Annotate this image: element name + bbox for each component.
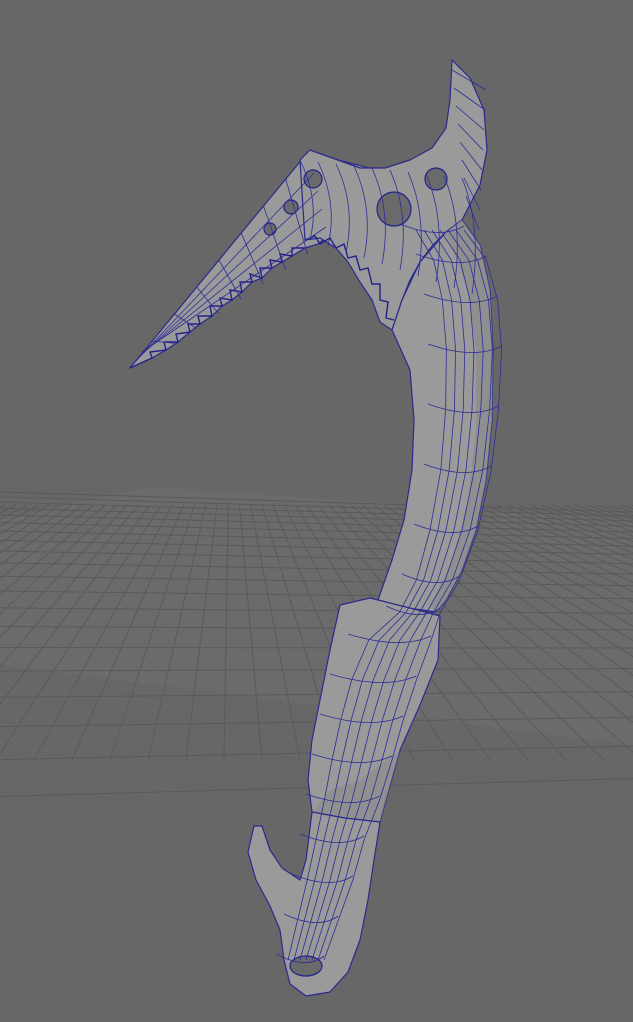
viewport-canvas[interactable] [0,0,633,1022]
mesh-edge-flow [138,208,323,357]
3d-viewport[interactable] [0,0,633,1022]
pick-hole-1 [303,169,323,189]
mesh-edge-flow [135,190,319,361]
mesh-edge-flow [132,172,315,365]
mesh-edge-loop [465,195,480,231]
grid-line [0,646,633,649]
